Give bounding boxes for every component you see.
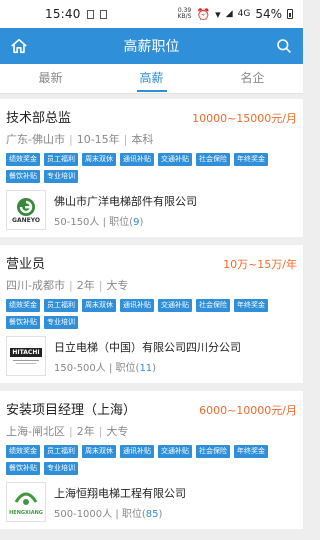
job-experience: 2年 [76,279,95,292]
benefit-tag: 绩效奖金 [6,445,40,458]
benefit-tag: 餐饮补贴 [6,170,40,183]
benefit-tag: 周末双休 [82,153,116,166]
job-experience: 2年 [76,425,95,438]
benefit-tag: 绩效奖金 [6,299,40,312]
tab-latest[interactable]: 最新 [0,64,101,93]
company-block[interactable]: HITACHI 日立电梯（中国）有限公司四川分公司 150-500人 | 职位(… [6,336,297,376]
benefit-tag: 餐饮补贴 [6,462,40,475]
benefit-tag: 专业培训 [44,316,78,329]
company-name[interactable]: 日立电梯（中国）有限公司四川分公司 [54,339,241,355]
job-salary: 10万~15万/年 [223,258,297,271]
benefit-tag: 年终奖金 [234,153,268,166]
job-card[interactable]: 安装项目经理（上海） 6000~10000元/月 上海-闸北区 | 2年 | 大专 绩效… [0,391,303,529]
job-salary: 6000~10000元/月 [199,404,297,417]
home-icon[interactable] [8,35,30,57]
signal-label: 4G [237,9,251,19]
job-card[interactable]: 营业员 10万~15万/年 四川-成都市 | 2年 | 大专 绩效奖金 员工福利 周末双… [0,245,303,383]
benefit-tag: 通讯补贴 [120,153,154,166]
job-meta: 广东-佛山市 | 10-15年 | 本科 [6,133,154,146]
network-speed: 0.39 KB/S [177,7,192,20]
benefit-tag: 年终奖金 [234,445,268,458]
status-time: 15:40 [45,7,81,21]
benefit-tag: 交通补贴 [158,153,192,166]
company-meta: 500-1000人 | 职位(85) [54,508,163,520]
tab-bar: 最新 高薪 名企 [0,64,303,94]
benefit-tag: 专业培训 [44,462,78,475]
company-logo: HITACHI [6,336,46,376]
job-education: 大专 [106,425,129,438]
company-meta: 50-150人 | 职位(9) [54,216,144,228]
job-location: 四川-成都市 [6,279,65,292]
job-title[interactable]: 营业员 [6,253,45,272]
benefit-tag: 员工福利 [44,445,78,458]
benefit-tag: 员工福利 [44,153,78,166]
benefit-tag: 专业培训 [44,170,78,183]
positions-count: 85 [145,508,159,520]
company-logo: HENGXIANG [6,482,46,522]
battery-percent: 54% [255,7,282,21]
phone-notification-icon [99,9,107,19]
company-logo: GANEYO [6,190,46,230]
job-salary: 10000~15000元/月 [192,112,297,125]
job-education: 本科 [131,133,154,146]
benefit-tag: 社会保险 [196,153,230,166]
job-meta: 上海-闸北区 | 2年 | 大专 [6,425,129,438]
signal-icon: ◢ [225,9,233,19]
benefit-tag: 周末双休 [82,299,116,312]
benefit-tag: 社会保险 [196,445,230,458]
benefit-tag: 通讯补贴 [120,299,154,312]
benefit-tag: 社会保险 [196,299,230,312]
company-name[interactable]: 佛山市广洋电梯部件有限公司 [54,193,197,209]
benefit-tags: 绩效奖金 员工福利 周末双休 通讯补贴 交通补贴 社会保险 年终奖金 餐饮补贴 … [6,445,297,475]
positions-count: 11 [139,362,153,374]
company-block[interactable]: GANEYO 佛山市广洋电梯部件有限公司 50-150人 | 职位(9) [6,190,297,230]
search-icon[interactable] [273,35,295,57]
status-bar: 15:40 0.39 KB/S ⏰ ▾ ◢ 4G 54% [0,0,303,28]
benefit-tags: 绩效奖金 员工福利 周末双休 通讯补贴 交通补贴 社会保险 年终奖金 餐饮补贴 … [6,153,297,183]
company-name[interactable]: 上海恒翔电梯工程有限公司 [54,485,186,501]
job-list: 技术部总监 10000~15000元/月 广东-佛山市 | 10-15年 | 本科 绩效… [0,94,303,529]
page-title: 高薪职位 [123,39,180,55]
company-meta: 150-500人 | 职位(11) [54,362,157,374]
benefit-tag: 通讯补贴 [120,445,154,458]
job-title[interactable]: 安装项目经理（上海） [6,399,136,418]
benefit-tags: 绩效奖金 员工福利 周末双休 通讯补贴 交通补贴 社会保险 年终奖金 餐饮补贴 … [6,299,297,329]
tab-famous-companies[interactable]: 名企 [202,64,303,93]
job-card[interactable]: 技术部总监 10000~15000元/月 广东-佛山市 | 10-15年 | 本科 绩效… [0,99,303,237]
benefit-tag: 周末双休 [82,445,116,458]
tab-high-salary[interactable]: 高薪 [101,64,202,93]
job-title[interactable]: 技术部总监 [6,107,71,126]
wifi-icon: ▾ [215,7,221,21]
benefit-tag: 交通补贴 [158,445,192,458]
app-bar: 高薪职位 [0,28,303,64]
job-meta: 四川-成都市 | 2年 | 大专 [6,279,129,292]
benefit-tag: 交通补贴 [158,299,192,312]
company-block[interactable]: HENGXIANG 上海恒翔电梯工程有限公司 500-1000人 | 职位(85… [6,482,297,522]
benefit-tag: 年终奖金 [234,299,268,312]
job-location: 广东-佛山市 [6,133,65,146]
alarm-icon: ⏰ [196,7,211,21]
job-location: 上海-闸北区 [6,425,65,438]
benefit-tag: 餐饮补贴 [6,316,40,329]
job-experience: 10-15年 [76,133,120,146]
battery-icon [287,9,293,19]
image-notification-icon [86,9,94,19]
benefit-tag: 员工福利 [44,299,78,312]
job-education: 大专 [106,279,129,292]
benefit-tag: 绩效奖金 [6,153,40,166]
